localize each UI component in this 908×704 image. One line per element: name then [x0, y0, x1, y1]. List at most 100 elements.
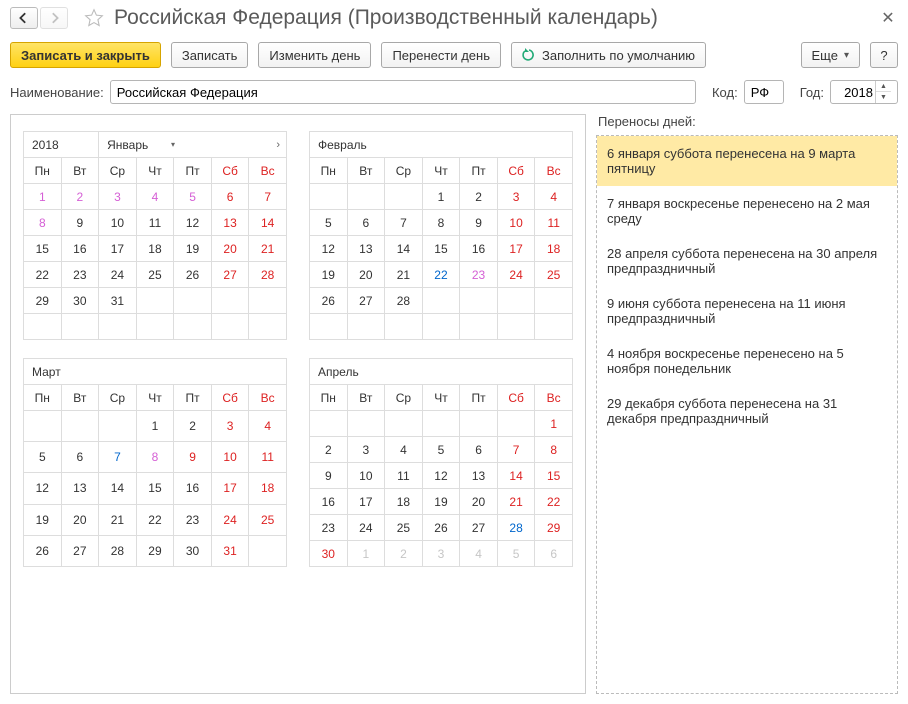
day-cell[interactable]: 19: [422, 489, 460, 515]
day-cell[interactable]: 21: [497, 489, 535, 515]
day-cell[interactable]: 7: [99, 442, 137, 473]
day-cell[interactable]: 24: [497, 262, 535, 288]
day-cell[interactable]: 7: [497, 437, 535, 463]
day-cell[interactable]: 14: [249, 210, 287, 236]
day-cell[interactable]: 3: [211, 411, 249, 442]
day-cell[interactable]: 17: [99, 236, 137, 262]
day-cell[interactable]: 28: [249, 262, 287, 288]
day-cell[interactable]: 3: [497, 184, 535, 210]
day-cell[interactable]: 19: [24, 504, 62, 535]
day-cell[interactable]: 17: [497, 236, 535, 262]
day-cell[interactable]: 26: [422, 515, 460, 541]
day-cell[interactable]: 3: [99, 184, 137, 210]
day-cell[interactable]: 11: [535, 210, 573, 236]
day-cell[interactable]: 25: [385, 515, 423, 541]
day-cell[interactable]: 18: [136, 236, 174, 262]
day-cell[interactable]: 11: [385, 463, 423, 489]
day-cell[interactable]: 15: [24, 236, 62, 262]
name-input[interactable]: [110, 80, 696, 104]
code-input[interactable]: [744, 80, 784, 104]
day-cell[interactable]: 18: [535, 236, 573, 262]
day-cell[interactable]: 23: [460, 262, 498, 288]
day-cell[interactable]: 1: [422, 184, 460, 210]
day-cell[interactable]: 23: [310, 515, 348, 541]
day-cell[interactable]: 4: [136, 184, 174, 210]
day-cell[interactable]: 27: [460, 515, 498, 541]
day-cell[interactable]: 4: [385, 437, 423, 463]
day-cell[interactable]: 9: [310, 463, 348, 489]
save-close-button[interactable]: Записать и закрыть: [10, 42, 161, 68]
day-cell[interactable]: 9: [174, 442, 212, 473]
day-cell[interactable]: 26: [24, 535, 62, 566]
nav-forward-button[interactable]: [40, 7, 68, 29]
day-cell[interactable]: 14: [497, 463, 535, 489]
day-cell[interactable]: 4: [460, 541, 498, 567]
day-cell[interactable]: 10: [99, 210, 137, 236]
day-cell[interactable]: 12: [310, 236, 348, 262]
change-day-button[interactable]: Изменить день: [258, 42, 371, 68]
day-cell[interactable]: 3: [422, 541, 460, 567]
day-cell[interactable]: 20: [460, 489, 498, 515]
more-button[interactable]: Еще ▾: [801, 42, 860, 68]
day-cell[interactable]: 9: [61, 210, 99, 236]
day-cell[interactable]: 17: [211, 473, 249, 504]
year-spin-up[interactable]: ▲: [876, 81, 891, 92]
day-cell[interactable]: 15: [136, 473, 174, 504]
day-cell[interactable]: 18: [385, 489, 423, 515]
day-cell[interactable]: 9: [460, 210, 498, 236]
day-cell[interactable]: 20: [61, 504, 99, 535]
day-cell[interactable]: 22: [535, 489, 573, 515]
day-cell[interactable]: 7: [385, 210, 423, 236]
transfer-item[interactable]: 9 июня суббота перенесена на 11 июня пре…: [597, 286, 897, 336]
day-cell[interactable]: 25: [136, 262, 174, 288]
day-cell[interactable]: 14: [385, 236, 423, 262]
day-cell[interactable]: 4: [249, 411, 287, 442]
day-cell[interactable]: 2: [61, 184, 99, 210]
day-cell[interactable]: 5: [174, 184, 212, 210]
favorite-star-icon[interactable]: [84, 8, 104, 28]
day-cell[interactable]: 26: [310, 288, 348, 314]
day-cell[interactable]: 16: [310, 489, 348, 515]
day-cell[interactable]: 6: [535, 541, 573, 567]
day-cell[interactable]: 13: [347, 236, 385, 262]
day-cell[interactable]: 27: [61, 535, 99, 566]
day-cell[interactable]: 16: [174, 473, 212, 504]
day-cell[interactable]: 29: [24, 288, 62, 314]
transfer-item[interactable]: 4 ноября воскресенье перенесено на 5 ноя…: [597, 336, 897, 386]
day-cell[interactable]: 22: [136, 504, 174, 535]
month-next-icon[interactable]: ›: [276, 139, 280, 151]
day-cell[interactable]: 25: [535, 262, 573, 288]
day-cell[interactable]: 22: [24, 262, 62, 288]
day-cell[interactable]: 5: [24, 442, 62, 473]
month-title-cell[interactable]: Январь▾›: [99, 132, 287, 158]
day-cell[interactable]: 18: [249, 473, 287, 504]
day-cell[interactable]: 19: [174, 236, 212, 262]
day-cell[interactable]: 30: [61, 288, 99, 314]
day-cell[interactable]: 29: [535, 515, 573, 541]
day-cell[interactable]: 1: [136, 411, 174, 442]
day-cell[interactable]: 5: [497, 541, 535, 567]
day-cell[interactable]: 21: [99, 504, 137, 535]
day-cell[interactable]: 12: [174, 210, 212, 236]
day-cell[interactable]: 1: [535, 411, 573, 437]
day-cell[interactable]: 31: [211, 535, 249, 566]
day-cell[interactable]: 26: [174, 262, 212, 288]
day-cell[interactable]: 7: [249, 184, 287, 210]
move-day-button[interactable]: Перенести день: [381, 42, 501, 68]
month-dropdown-icon[interactable]: ▾: [171, 140, 175, 149]
day-cell[interactable]: 8: [136, 442, 174, 473]
nav-back-button[interactable]: [10, 7, 38, 29]
day-cell[interactable]: 13: [61, 473, 99, 504]
day-cell[interactable]: 2: [460, 184, 498, 210]
day-cell[interactable]: 16: [460, 236, 498, 262]
day-cell[interactable]: 6: [460, 437, 498, 463]
day-cell[interactable]: 5: [422, 437, 460, 463]
help-button[interactable]: ?: [870, 42, 898, 68]
day-cell[interactable]: 13: [211, 210, 249, 236]
day-cell[interactable]: 28: [99, 535, 137, 566]
transfer-item[interactable]: 29 декабря суббота перенесена на 31 дека…: [597, 386, 897, 436]
day-cell[interactable]: 28: [385, 288, 423, 314]
transfer-item[interactable]: 6 января суббота перенесена на 9 марта п…: [597, 136, 897, 186]
day-cell[interactable]: 6: [211, 184, 249, 210]
year-spin-down[interactable]: ▼: [876, 92, 891, 103]
